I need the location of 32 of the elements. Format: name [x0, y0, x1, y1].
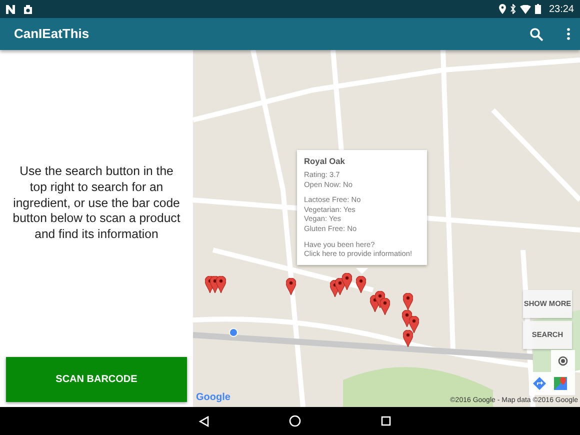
my-location-button[interactable] [551, 350, 575, 372]
map-pin-icon[interactable] [356, 276, 366, 293]
map-pin-icon[interactable] [402, 310, 412, 327]
map-pin-icon[interactable] [342, 273, 352, 290]
place-title: Royal Oak [304, 156, 346, 167]
search-icon[interactable] [530, 28, 543, 40]
photo-icon [23, 4, 33, 14]
overflow-menu-icon[interactable] [567, 28, 570, 40]
battery-icon [534, 4, 541, 14]
clock-time: 23:24 [548, 2, 574, 16]
map-pin-icon[interactable] [216, 276, 226, 293]
instructions-text: Use the search button in the top right to search for an ingredient, or use the bar code button below to scan a product and find its information [12, 164, 182, 244]
app-title: CanIEatThis [14, 25, 90, 44]
directions-icon[interactable] [533, 377, 546, 390]
map-pin-icon[interactable] [403, 293, 413, 310]
map-pin-icon[interactable] [335, 278, 345, 295]
location-icon [498, 4, 506, 14]
map-pin-icon[interactable] [403, 330, 413, 347]
map-logo: Google [196, 391, 230, 405]
back-icon[interactable] [199, 416, 209, 426]
home-icon[interactable] [289, 415, 301, 427]
wifi-icon [520, 4, 531, 14]
map-pin-icon[interactable] [380, 298, 390, 315]
bluetooth-icon [510, 4, 516, 14]
current-location-dot-icon [229, 328, 238, 337]
scan-barcode-button[interactable]: SCAN BARCODE [6, 357, 187, 402]
info-window-pointer [356, 268, 368, 274]
map-pin-icon[interactable] [409, 316, 419, 333]
map-pin-icon[interactable] [286, 278, 296, 295]
notification-icon [6, 4, 15, 14]
my-location-icon [557, 355, 569, 367]
recents-icon[interactable] [381, 416, 391, 426]
